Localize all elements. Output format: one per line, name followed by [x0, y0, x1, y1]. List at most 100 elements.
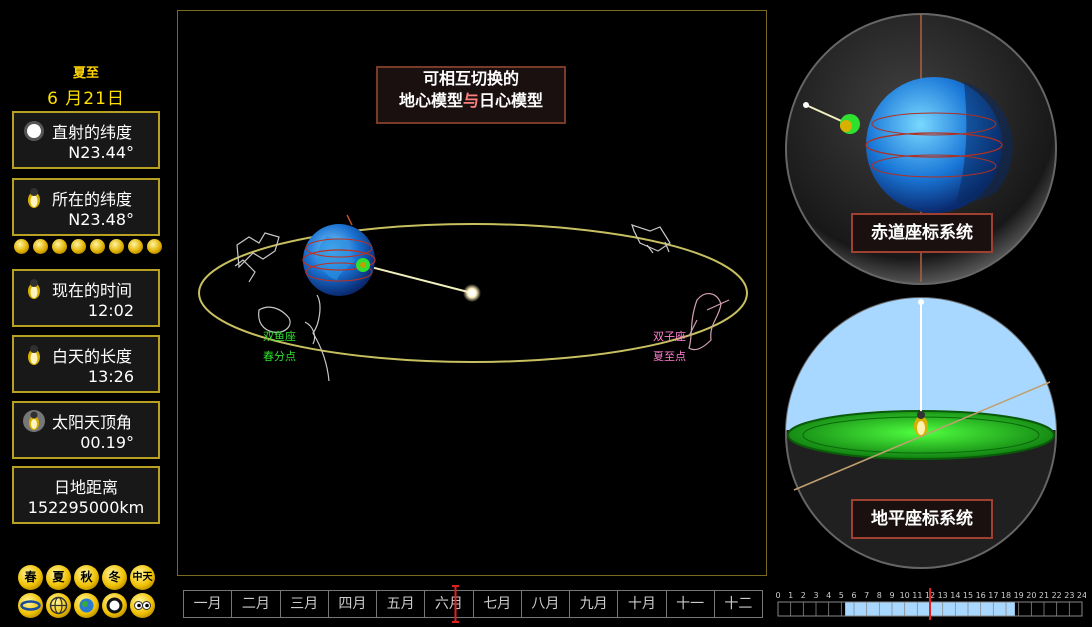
hour-tick-label: 14	[950, 591, 960, 600]
pisces-label: 双鱼座	[263, 329, 296, 343]
current-latitude-box: 所在的纬度 N23.48°	[12, 178, 160, 236]
month-mar[interactable]: 三月	[281, 591, 329, 617]
title-heliocentric: 日心模型	[479, 91, 544, 110]
hour-tick-label: 6	[851, 591, 856, 600]
title-line-2: 地心模型与日心模型	[378, 90, 564, 112]
month-jun[interactable]: 六月	[425, 591, 474, 617]
date-display: 6 月21日	[47, 89, 125, 109]
hour-tick-label: 7	[864, 591, 869, 600]
distance-label: 日地距离	[53, 478, 118, 497]
current-time-box: 现在的时间 12:02	[12, 269, 160, 327]
earth-view-button[interactable]	[74, 593, 99, 618]
hour-tick-label: 17	[988, 591, 998, 600]
orbit-icon	[20, 600, 41, 611]
penguin-sun-icon	[23, 410, 45, 432]
sun-icon	[24, 121, 44, 141]
hour-tick-label: 19	[1014, 591, 1024, 600]
zenith-angle-label: 太阳天顶角	[52, 413, 133, 432]
month-jan[interactable]: 一月	[184, 591, 233, 617]
model-switch-title[interactable]: 可相互切换的 地心模型与日心模型	[376, 66, 566, 124]
hour-tick-label: 11	[912, 591, 922, 600]
month-oct[interactable]: 十月	[618, 591, 667, 617]
hour-tick-label: 5	[839, 591, 844, 600]
culmination-button[interactable]: 中天	[130, 565, 155, 590]
vernal-equinox-label: 春分点	[263, 350, 296, 363]
zenith-angle-value: 00.19°	[80, 433, 134, 452]
speed-button-1[interactable]	[14, 239, 29, 254]
month-selector[interactable]: 一月 二月 三月 四月 五月 六月 七月 八月 九月 十月 十一 十二	[183, 590, 763, 618]
zenith-angle-box: 太阳天顶角 00.19°	[12, 401, 160, 459]
sun-earth-distance-box: 日地距离 152295000km	[12, 466, 160, 524]
earth-globe	[302, 214, 376, 296]
direct-latitude-box: 直射的纬度 N23.44°	[12, 111, 160, 169]
current-time-label: 现在的时间	[52, 281, 133, 300]
month-dec[interactable]: 十二	[715, 591, 762, 617]
direct-latitude-value: N23.44°	[68, 143, 134, 162]
month-nov[interactable]: 十一	[667, 591, 715, 617]
season-name: 夏至	[72, 66, 99, 81]
speed-button-6[interactable]	[109, 239, 124, 254]
month-feb[interactable]: 二月	[232, 591, 281, 617]
month-may[interactable]: 五月	[377, 591, 426, 617]
day-length-box: 白天的长度 13:26	[12, 335, 160, 393]
sun-ray	[362, 264, 473, 294]
penguin-icon	[28, 345, 40, 365]
speed-button-5[interactable]	[90, 239, 105, 254]
observer-view-button[interactable]	[130, 593, 155, 618]
equatorial-system-button[interactable]: 赤道座标系统	[851, 213, 993, 253]
month-aug[interactable]: 八月	[522, 591, 570, 617]
grid-globe-button[interactable]	[46, 593, 71, 618]
hour-tick-label: 23	[1064, 591, 1074, 600]
summer-solstice-label: 夏至点	[653, 350, 686, 363]
speed-button-4[interactable]	[71, 239, 86, 254]
speed-button-7[interactable]	[128, 239, 143, 254]
title-connector: 与	[462, 91, 479, 110]
current-time-value: 12:02	[87, 301, 134, 320]
autumn-button[interactable]: 秋	[74, 565, 99, 590]
current-latitude-label: 所在的纬度	[52, 190, 133, 209]
orbit-toggle-button[interactable]	[18, 593, 43, 618]
month-apr[interactable]: 四月	[329, 591, 377, 617]
day-length-label: 白天的长度	[52, 347, 133, 366]
hour-tick-label: 0	[775, 591, 780, 600]
hour-tick-label: 8	[877, 591, 882, 600]
time-slider[interactable]: 0123456789101112131415161718192021222324	[774, 588, 1086, 620]
distance-value: 152295000km	[27, 498, 145, 517]
month-jul[interactable]: 七月	[474, 591, 522, 617]
day-length-value: 13:26	[87, 367, 134, 386]
summer-button[interactable]: 夏	[46, 565, 71, 590]
hour-tick-label: 4	[826, 591, 831, 600]
globe-grid-icon	[49, 596, 68, 615]
winter-button[interactable]: 冬	[102, 565, 127, 590]
horizontal-system-button[interactable]: 地平座标系统	[851, 499, 993, 539]
penguin-icon	[28, 188, 40, 208]
ring-icon	[106, 597, 123, 614]
speed-buttons	[14, 239, 162, 255]
hour-tick-label: 1	[788, 591, 793, 600]
title-line-1: 可相互切换的	[422, 69, 519, 88]
speed-button-8[interactable]	[147, 239, 162, 254]
hour-tick-label: 22	[1052, 591, 1062, 600]
penguin-icon	[28, 279, 40, 299]
hour-tick-label: 13	[938, 591, 948, 600]
hour-tick-label: 2	[801, 591, 806, 600]
hour-tick-label: 15	[963, 591, 973, 600]
speed-button-3[interactable]	[52, 239, 67, 254]
speed-button-2[interactable]	[33, 239, 48, 254]
hour-tick-label: 9	[889, 591, 894, 600]
sun-view-button[interactable]	[102, 593, 127, 618]
date-slider-handle[interactable]	[452, 585, 460, 623]
earth-icon	[79, 598, 94, 613]
hour-tick-label: 21	[1039, 591, 1049, 600]
month-sep[interactable]: 九月	[570, 591, 619, 617]
hour-tick-label: 18	[1001, 591, 1011, 600]
title-geocentric: 地心模型	[398, 91, 463, 110]
hour-tick-label: 3	[813, 591, 818, 600]
hour-tick-label: 16	[976, 591, 986, 600]
hour-tick-label: 20	[1026, 591, 1036, 600]
hour-tick-label: 10	[900, 591, 910, 600]
current-latitude-value: N23.48°	[68, 210, 134, 229]
eyes-icon	[134, 601, 151, 610]
spring-button[interactable]: 春	[18, 565, 43, 590]
hour-tick-label: 24	[1077, 591, 1086, 600]
